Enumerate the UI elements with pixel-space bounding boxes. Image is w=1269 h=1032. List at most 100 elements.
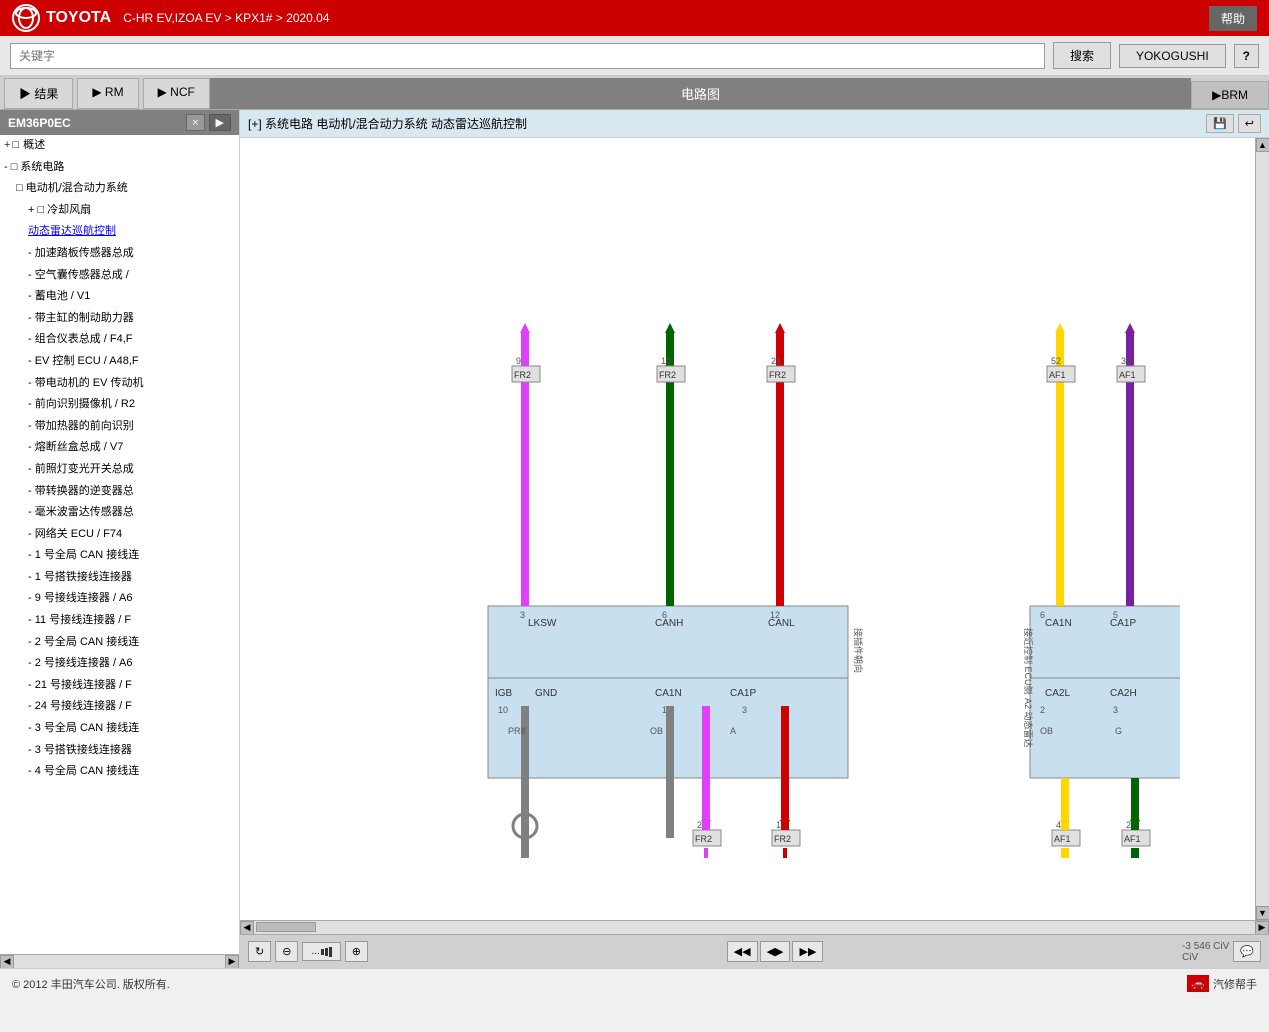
- diagram-scroll-right[interactable]: ▶: [1255, 921, 1269, 935]
- search-button[interactable]: 搜索: [1053, 42, 1111, 69]
- tree-item[interactable]: - 21 号接线连接器 / F: [0, 675, 239, 697]
- diagram-save-button[interactable]: 💾: [1206, 114, 1234, 133]
- tree-item[interactable]: - 带电动机的 EV 传动机: [0, 373, 239, 395]
- help-q-button[interactable]: ?: [1234, 44, 1259, 68]
- zoom-in-button[interactable]: ⊕: [345, 941, 368, 962]
- svg-text:12: 12: [770, 610, 780, 620]
- svg-text:10: 10: [661, 356, 671, 366]
- scroll-left-arrow[interactable]: ◀: [0, 955, 14, 969]
- svg-text:OB: OB: [650, 726, 663, 736]
- tree-item-selected[interactable]: 动态雷达巡航控制: [0, 221, 239, 243]
- horizontal-scrollbar[interactable]: ◀ ▶: [0, 954, 239, 968]
- zoom-out-button[interactable]: ⊖: [275, 941, 298, 962]
- svg-text:IGB: IGB: [495, 688, 513, 699]
- tree-item[interactable]: - 3 号搭铁接线连接器: [0, 740, 239, 762]
- tabbar: ▶ 结果 ▶ RM ▶ NCF 电路图 ▶BRM: [0, 76, 1269, 110]
- tab-rm[interactable]: ▶ RM: [77, 78, 138, 109]
- tree-item[interactable]: - EV 控制 ECU / A48,F: [0, 351, 239, 373]
- tree-item[interactable]: - 3 号全局 CAN 接线连: [0, 718, 239, 740]
- vertical-scrollbar[interactable]: ▲ ▼: [1255, 138, 1269, 920]
- scroll-track-v[interactable]: [1256, 152, 1269, 906]
- tab-results[interactable]: ▶ 结果: [4, 78, 73, 109]
- tree-item[interactable]: - 空气囊传感器总成 /: [0, 265, 239, 287]
- signal-strength: ...: [302, 942, 340, 961]
- tree-item[interactable]: + □ + □ 概述概述: [0, 135, 239, 157]
- scroll-track-h[interactable]: [14, 955, 225, 968]
- svg-text:CA1N: CA1N: [655, 688, 682, 699]
- svg-text:FR2: FR2: [695, 834, 712, 844]
- bottom-toolbar: ↻ ⊖ ... ⊕ ◀◀ ◀▶ ▶▶ -3 546 CiV CiV 💬: [240, 934, 1269, 968]
- tree-item[interactable]: - 前照灯变光开关总成: [0, 459, 239, 481]
- tree-item[interactable]: - 加速踏板传感器总成: [0, 243, 239, 265]
- svg-text:A2 动态雷达: A2 动态雷达: [1023, 698, 1034, 748]
- diagram-scroll-track[interactable]: [254, 921, 1255, 934]
- help-button[interactable]: 帮助: [1209, 6, 1257, 31]
- diagram-horizontal-scrollbar[interactable]: ◀ ▶: [240, 920, 1269, 934]
- panel-arrow-button[interactable]: ▶: [209, 114, 231, 131]
- chat-button[interactable]: 💬: [1233, 941, 1261, 962]
- svg-text:A: A: [730, 726, 736, 736]
- footer-brand-icon: 🚗: [1187, 975, 1209, 992]
- searchbar: 搜索 YOKOGUSHI ?: [0, 36, 1269, 76]
- tree-item[interactable]: - 带转换器的逆变器总: [0, 481, 239, 503]
- svg-text:FR2: FR2: [514, 370, 531, 380]
- scroll-up-arrow[interactable]: ▲: [1256, 138, 1269, 152]
- svg-text:9: 9: [516, 356, 521, 366]
- diagram-back-button[interactable]: ↩: [1238, 114, 1261, 133]
- tree-item[interactable]: + □ 冷却风扇: [0, 200, 239, 222]
- next-next-button[interactable]: ▶▶: [792, 941, 823, 962]
- search-input[interactable]: [10, 43, 1045, 69]
- tree-item[interactable]: - 前向识别摄像机 / R2: [0, 394, 239, 416]
- yokogushi-button[interactable]: YOKOGUSHI: [1119, 44, 1226, 68]
- tree-item[interactable]: - 2 号全局 CAN 接线连: [0, 632, 239, 654]
- tree-item[interactable]: - 4 号全局 CAN 接线连: [0, 761, 239, 783]
- svg-text:接近控制 ECU侧: 接近控制 ECU侧: [1023, 628, 1034, 695]
- prev-prev-button[interactable]: ◀◀: [727, 941, 758, 962]
- svg-text:52: 52: [1051, 356, 1061, 366]
- diagram-title-text: [+] 系统电路 电动机/混合动力系统 动态雷达巡航控制: [248, 115, 527, 132]
- tree-item[interactable]: - 11 号接线连接器 / F: [0, 610, 239, 632]
- tab-ncf[interactable]: ▶ NCF: [143, 78, 210, 109]
- tree-item[interactable]: - 1 号全局 CAN 接线连: [0, 545, 239, 567]
- svg-text:FR2: FR2: [774, 834, 791, 844]
- svg-text:AF1: AF1: [1119, 370, 1136, 380]
- footer: © 2012 丰田汽车公司. 版权所有. 🚗 汽修帮手: [0, 968, 1269, 998]
- tree-panel: + □ + □ 概述概述 - □ 系统电路 □ 电动机/混合动力系统 + □ 冷…: [0, 135, 240, 954]
- scroll-down-arrow[interactable]: ▼: [1256, 906, 1269, 920]
- svg-text:LKSW: LKSW: [528, 618, 557, 629]
- tab-diagram[interactable]: 电路图: [210, 78, 1191, 109]
- svg-text:PR8: PR8: [508, 726, 526, 736]
- prev-next-button[interactable]: ◀▶: [760, 941, 791, 962]
- diagram-canvas[interactable]: LKSW CANH CANL IGB GND CA1N CA1P CA1N CA…: [240, 138, 1255, 920]
- tree-item[interactable]: - 24 号接线连接器 / F: [0, 696, 239, 718]
- tree-item[interactable]: - 1 号搭铁接线连接器: [0, 567, 239, 589]
- svg-text:G: G: [1115, 726, 1122, 736]
- tree-item[interactable]: - 熔断丝盒总成 / V7: [0, 437, 239, 459]
- tree-item[interactable]: □ 电动机/混合动力系统: [0, 178, 239, 200]
- scroll-right-arrow[interactable]: ▶: [225, 955, 239, 969]
- tree-item[interactable]: - 蓄电池 / V1: [0, 286, 239, 308]
- tab-nav: ▶ 结果 ▶ RM ▶ NCF: [0, 78, 210, 109]
- svg-text:AF1: AF1: [1049, 370, 1066, 380]
- diagram-scroll-left[interactable]: ◀: [240, 921, 254, 935]
- svg-text:CANH: CANH: [655, 618, 683, 629]
- tree-item[interactable]: - 毫米波雷达传感器总: [0, 502, 239, 524]
- tree-item[interactable]: - 带加热器的前向识别: [0, 416, 239, 438]
- tree-item[interactable]: - 网络关 ECU / F74: [0, 524, 239, 546]
- nav-arrows: ◀◀ ◀▶ ▶▶: [727, 941, 824, 962]
- footer-logo: 汽修帮手: [1213, 976, 1257, 992]
- brand-name: TOYOTA: [46, 9, 111, 27]
- refresh-button[interactable]: ↻: [248, 941, 271, 962]
- svg-text:6: 6: [1040, 610, 1045, 620]
- svg-text:CA1P: CA1P: [730, 688, 756, 699]
- tree-item[interactable]: - 组合仪表总成 / F4,F: [0, 329, 239, 351]
- tree-item[interactable]: - 2 号接线连接器 / A6: [0, 653, 239, 675]
- diagram-title: [+] 系统电路 电动机/混合动力系统 动态雷达巡航控制 💾 ↩: [240, 110, 1269, 138]
- tree-item[interactable]: - 9 号接线连接器 / A6: [0, 588, 239, 610]
- tree-item[interactable]: - 带主缸的制动助力器: [0, 308, 239, 330]
- tree-item[interactable]: - □ 系统电路: [0, 157, 239, 179]
- panel-close-button[interactable]: ×: [186, 114, 204, 131]
- tab-brm[interactable]: ▶BRM: [1191, 81, 1269, 109]
- svg-text:OB: OB: [1040, 726, 1053, 736]
- diagram-area: [+] 系统电路 电动机/混合动力系统 动态雷达巡航控制 💾 ↩ LKSW CA…: [240, 110, 1269, 968]
